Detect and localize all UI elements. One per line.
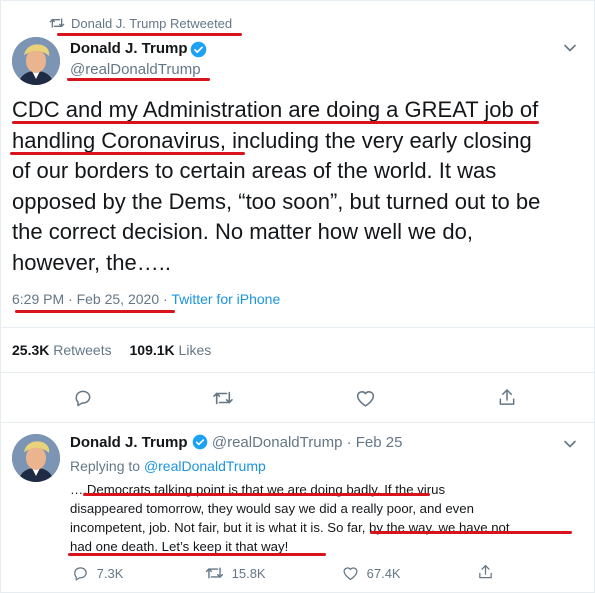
retweet-count: 15.8K xyxy=(231,566,266,581)
engagement-stats: 25.3K Retweets 109.1K Likes xyxy=(12,342,211,358)
annotation-underline xyxy=(83,493,430,496)
divider xyxy=(0,372,595,373)
avatar-portrait xyxy=(12,37,60,85)
separator-dot: · xyxy=(346,434,352,451)
annotation-underline xyxy=(12,121,539,124)
retweet-icon xyxy=(49,16,65,30)
annotation-underline xyxy=(370,531,572,534)
reply-count: 7.3K xyxy=(96,566,124,581)
verified-badge-icon xyxy=(190,41,207,58)
separator-dot: · xyxy=(68,291,73,307)
reply-line: disappeared tomorrow, they would say we … xyxy=(70,501,474,516)
retweets-label: Retweets xyxy=(53,342,112,358)
verified-badge-icon xyxy=(192,434,208,450)
replying-to: Replying to @realDonaldTrump xyxy=(70,458,266,474)
share-icon[interactable] xyxy=(497,387,517,408)
retweet-icon[interactable] xyxy=(205,565,224,581)
annotation-underline xyxy=(67,78,210,81)
reply-icon[interactable] xyxy=(73,388,93,408)
reply-header: Donald J. Trump @realDonaldTrump · Feb 2… xyxy=(70,434,402,451)
likes-stat[interactable]: 109.1K Likes xyxy=(130,342,212,358)
tweet-time[interactable]: 6:29 PM xyxy=(12,291,64,307)
tweet-source-link[interactable]: Twitter for iPhone xyxy=(171,291,280,307)
annotation-underline xyxy=(10,152,245,155)
like-action[interactable]: 67.4K xyxy=(342,565,401,581)
divider xyxy=(0,327,595,328)
reply-icon[interactable] xyxy=(72,565,89,582)
retweet-icon[interactable] xyxy=(212,389,234,407)
reply-action[interactable]: 7.3K xyxy=(72,565,123,582)
retweet-action[interactable]: 15.8K xyxy=(205,565,266,581)
retweet-banner-text: Donald J. Trump Retweeted xyxy=(71,16,233,31)
tweet-line: however, the….. xyxy=(12,249,171,275)
like-icon[interactable] xyxy=(342,565,359,581)
tweet-line: opposed by the Dems, “too soon”, but tur… xyxy=(12,188,541,214)
annotation-underline xyxy=(57,33,242,36)
reply-text: ….Democrats talking point is that we are… xyxy=(70,480,585,556)
share-icon[interactable] xyxy=(477,563,494,581)
reply-author-name[interactable]: Donald J. Trump xyxy=(70,434,188,451)
divider xyxy=(0,422,595,423)
like-count: 67.4K xyxy=(366,566,401,581)
annotation-underline xyxy=(15,310,175,313)
replying-to-prefix: Replying to xyxy=(70,458,141,474)
retweets-stat[interactable]: 25.3K Retweets xyxy=(12,342,116,358)
reply-line: ….Democrats talking point is that we are… xyxy=(70,482,446,497)
author-handle[interactable]: @realDonaldTrump xyxy=(70,61,201,78)
like-icon[interactable] xyxy=(355,388,376,408)
tweet-line: of our borders to certain areas of the w… xyxy=(12,158,497,183)
avatar[interactable] xyxy=(12,37,60,85)
likes-count: 109.1K xyxy=(129,342,175,358)
separator-dot: · xyxy=(163,291,168,307)
reply-author-handle[interactable]: @realDonaldTrump xyxy=(212,434,343,451)
avatar-portrait xyxy=(12,434,60,482)
reply-date[interactable]: Feb 25 xyxy=(356,434,403,451)
chevron-down-icon[interactable] xyxy=(563,41,577,55)
tweet-date[interactable]: Feb 25, 2020 xyxy=(77,291,160,307)
chevron-down-icon[interactable] xyxy=(563,437,577,451)
retweets-count: 25.3K xyxy=(12,342,50,358)
likes-label: Likes xyxy=(178,342,212,358)
tweet-line: the correct decision. No matter how well… xyxy=(12,219,473,244)
reply-line: incompetent, job. Not fair, but it is wh… xyxy=(70,520,510,535)
replying-to-handle[interactable]: @realDonaldTrump xyxy=(144,458,266,474)
tweet-timestamp-row: 6:29 PM · Feb 25, 2020 · Twitter for iPh… xyxy=(12,291,280,307)
annotation-underline xyxy=(68,553,326,556)
avatar[interactable] xyxy=(12,434,60,482)
author-name[interactable]: Donald J. Trump xyxy=(70,40,188,57)
